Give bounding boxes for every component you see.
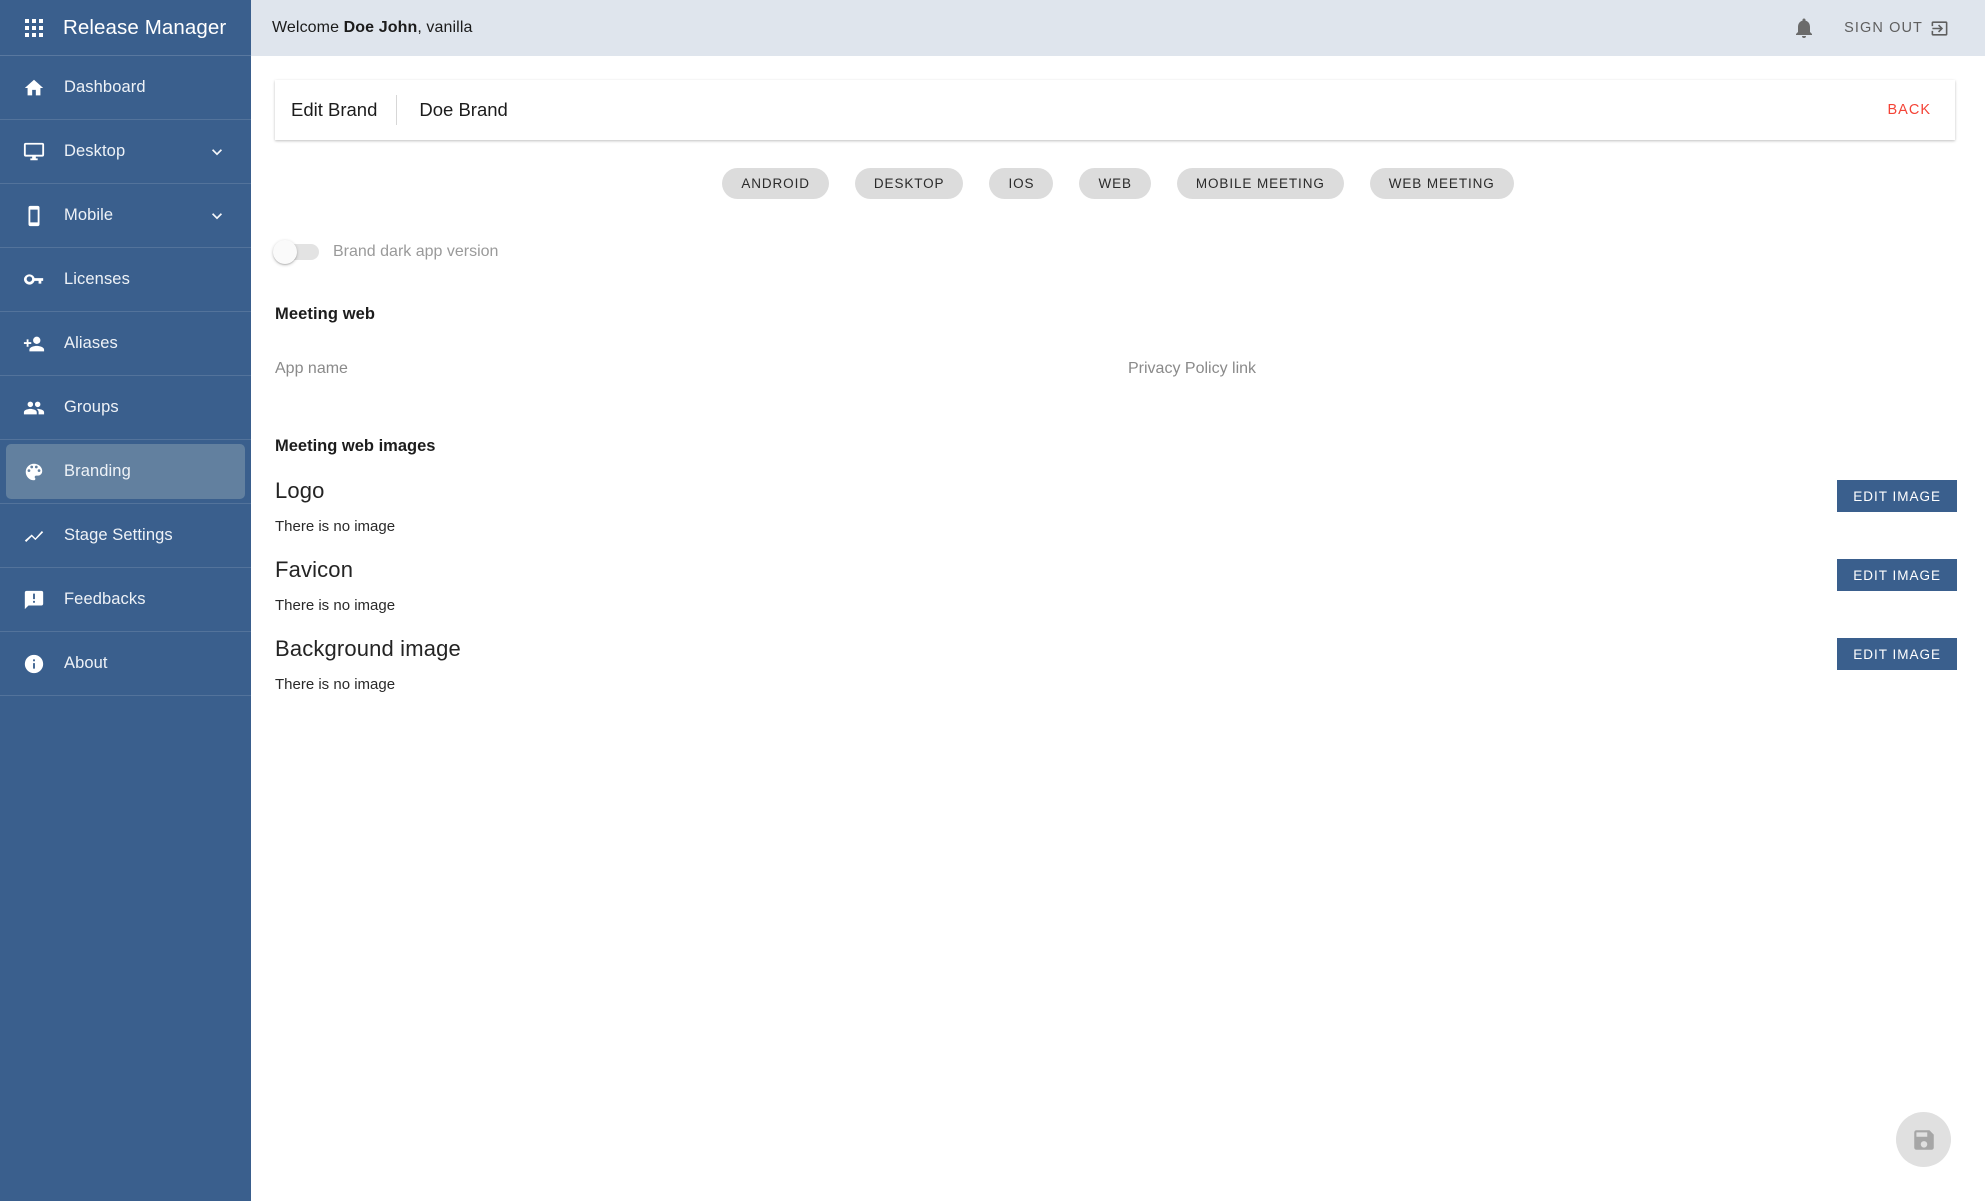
edit-image-button-logo[interactable]: EDIT IMAGE [1837, 480, 1957, 512]
app-root: Release Manager Dashboard Desktop Mobile… [0, 0, 1985, 1201]
sign-out-label: SIGN OUT [1844, 20, 1923, 36]
dark-version-toggle-row: Brand dark app version [273, 240, 1957, 264]
topbar: Welcome Doe John, vanilla SIGN OUT [251, 0, 1985, 56]
privacy-policy-field[interactable]: Privacy Policy link [1128, 360, 1957, 387]
image-row-state: There is no image [275, 676, 396, 693]
edit-image-button-background[interactable]: EDIT IMAGE [1837, 638, 1957, 670]
sidebar-item-mobile[interactable]: Mobile [0, 184, 251, 248]
sidebar-item-label: Branding [64, 462, 131, 480]
save-fab-button[interactable] [1896, 1112, 1951, 1167]
sidebar-item-label: Licenses [64, 270, 130, 288]
chip-mobile-meeting[interactable]: MOBILE MEETING [1176, 168, 1344, 199]
page-content: Edit Brand Doe Brand BACK ANDROID DESKTO… [251, 56, 1985, 1201]
image-row-state: There is no image [275, 518, 396, 535]
sidebar-item-label: Stage Settings [64, 526, 173, 544]
sidebar-brand: Release Manager [0, 0, 251, 56]
sidebar-item-label: About [64, 654, 108, 672]
chip-android[interactable]: ANDROID [722, 168, 829, 199]
sidebar-item-label: Mobile [64, 206, 114, 224]
welcome-text: Welcome Doe John, vanilla [272, 19, 473, 37]
sidebar-item-feedbacks[interactable]: Feedbacks [0, 568, 251, 632]
monitor-icon [22, 140, 46, 164]
sidebar-item-label: Dashboard [64, 78, 146, 96]
timeline-icon [22, 524, 46, 548]
brand-title: Release Manager [63, 15, 227, 39]
image-row-state: There is no image [275, 597, 396, 614]
image-row-favicon: Favicon There is no image EDIT IMAGE [275, 557, 1957, 614]
meeting-web-images-heading: Meeting web images [275, 437, 436, 455]
sidebar-item-licenses[interactable]: Licenses [0, 248, 251, 312]
sidebar-item-label: Aliases [64, 334, 118, 352]
sidebar-item-branding[interactable]: Branding [0, 440, 251, 504]
meeting-web-fields: App name Privacy Policy link [275, 360, 1957, 387]
people-icon [22, 396, 46, 420]
sidebar-nav: Dashboard Desktop Mobile Licenses Aliase… [0, 56, 251, 1201]
sidebar-item-desktop[interactable]: Desktop [0, 120, 251, 184]
chip-desktop[interactable]: DESKTOP [854, 168, 964, 199]
sidebar-item-aliases[interactable]: Aliases [0, 312, 251, 376]
image-row-title: Logo [275, 478, 325, 503]
sidebar-item-label: Feedbacks [64, 590, 146, 608]
welcome-prefix: Welcome [272, 19, 344, 36]
toggle-label: Brand dark app version [333, 243, 499, 260]
exit-to-app-icon [1931, 20, 1948, 36]
apps-grid-icon[interactable] [23, 17, 45, 39]
welcome-username: Doe John [343, 19, 418, 36]
main-area: Welcome Doe John, vanilla SIGN OUT Edit … [251, 0, 1985, 1201]
smartphone-icon [22, 204, 46, 228]
breadcrumb: Edit Brand Doe Brand [291, 95, 508, 125]
info-icon [22, 652, 46, 676]
notifications-bell-icon[interactable] [1792, 16, 1816, 40]
sidebar-item-label: Desktop [64, 142, 126, 160]
chip-ios[interactable]: IOS [989, 168, 1054, 199]
sign-out-button[interactable]: SIGN OUT [1844, 19, 1949, 38]
sidebar-item-label: Groups [64, 398, 119, 416]
form-body: Brand dark app version Meeting web App n… [251, 240, 1985, 693]
save-icon [1913, 1129, 1934, 1150]
chevron-down-icon[interactable] [207, 142, 227, 162]
chip-web[interactable]: WEB [1079, 168, 1151, 199]
brand-dark-app-version-toggle[interactable] [273, 240, 319, 264]
edit-image-button-favicon[interactable]: EDIT IMAGE [1837, 559, 1957, 591]
palette-icon [22, 460, 46, 484]
page-title: Edit Brand [291, 99, 378, 120]
chip-web-meeting[interactable]: WEB MEETING [1369, 168, 1514, 199]
key-icon [22, 268, 46, 292]
brand-name: Doe Brand [419, 99, 508, 120]
image-row-background: Background image There is no image EDIT … [275, 636, 1957, 693]
sidebar-item-groups[interactable]: Groups [0, 376, 251, 440]
platform-chip-group: ANDROID DESKTOP IOS WEB MOBILE MEETING W… [251, 168, 1985, 199]
back-button[interactable]: BACK [1888, 102, 1932, 118]
welcome-suffix: , vanilla [417, 19, 473, 36]
meeting-web-heading: Meeting web [275, 305, 376, 323]
chevron-down-icon[interactable] [207, 206, 227, 226]
sidebar-item-dashboard[interactable]: Dashboard [0, 56, 251, 120]
image-row-title: Background image [275, 636, 461, 661]
page-title-card: Edit Brand Doe Brand BACK [275, 80, 1955, 140]
image-row-logo: Logo There is no image EDIT IMAGE [275, 478, 1957, 535]
topbar-actions: SIGN OUT [1792, 16, 1963, 40]
sidebar-item-about[interactable]: About [0, 632, 251, 696]
sidebar-item-stage-settings[interactable]: Stage Settings [0, 504, 251, 568]
person-add-icon [22, 332, 46, 356]
app-name-field[interactable]: App name [275, 360, 1104, 387]
image-row-title: Favicon [275, 557, 354, 582]
feedback-icon [22, 588, 46, 612]
sidebar: Release Manager Dashboard Desktop Mobile… [0, 0, 251, 1201]
toggle-knob [273, 240, 297, 264]
home-icon [22, 76, 46, 100]
